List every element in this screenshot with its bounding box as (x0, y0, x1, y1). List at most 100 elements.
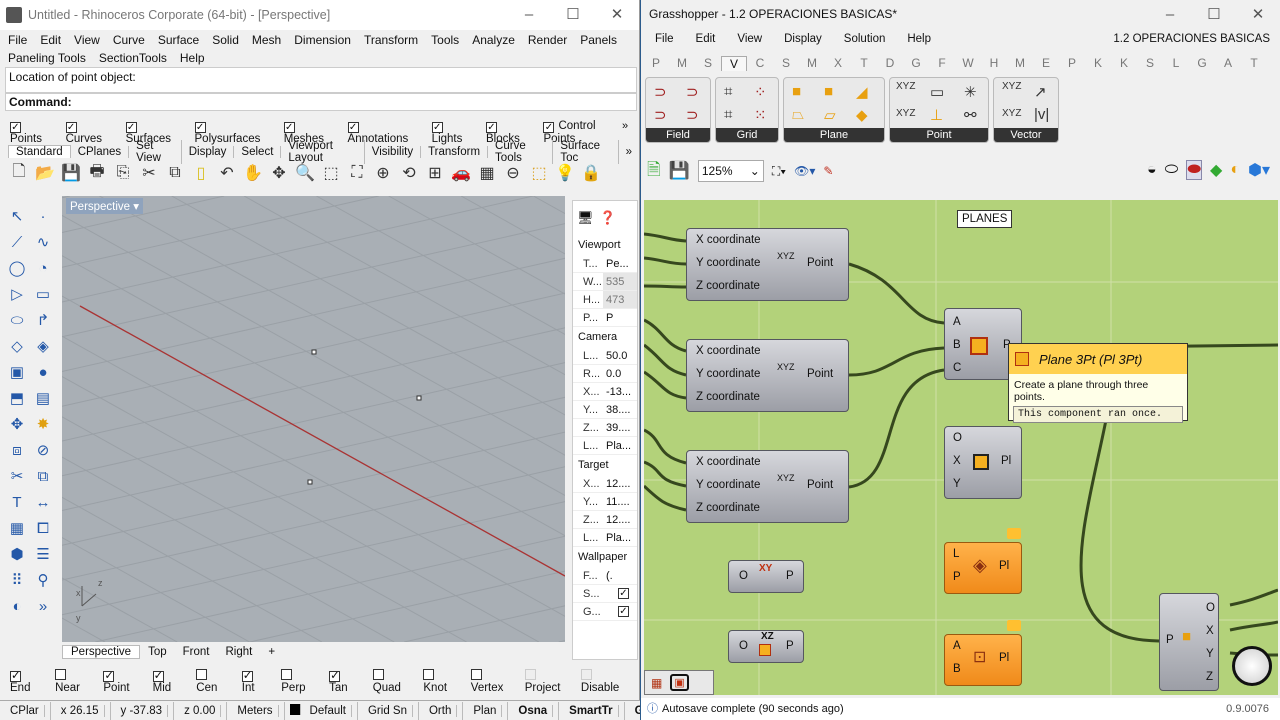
grid-array-icon[interactable]: ⠿ (4, 568, 30, 594)
property-row[interactable]: R... 0.0 (573, 365, 637, 383)
viewport-title[interactable]: Perspective ▾ (66, 198, 144, 214)
viewport-tab[interactable]: Perspective (62, 645, 141, 659)
property-row[interactable]: Z... 39.... (573, 419, 637, 437)
output-x[interactable]: X (1206, 625, 1214, 637)
open-icon[interactable]: 📂 (32, 163, 58, 183)
property-value[interactable]: 12.... (603, 511, 637, 528)
status-pane[interactable]: x 26.15 (51, 701, 111, 720)
perspective-viewport[interactable]: z x y Perspective ▾ (62, 196, 565, 642)
osnap-knot[interactable]: Knot (423, 669, 461, 694)
osnap-mid[interactable]: ✓Mid (152, 669, 188, 694)
component-tab[interactable]: S (695, 56, 721, 70)
xy-plane-icon[interactable]: ⏢ (792, 106, 804, 123)
plane-icon[interactable]: ◢ (856, 83, 868, 101)
input-y[interactable]: Y coordinate (696, 368, 760, 380)
input-p[interactable]: P (953, 571, 961, 583)
status-pane[interactable]: SmartTr (559, 701, 625, 720)
field-icon[interactable]: ⊃ (686, 106, 699, 124)
vector-icon[interactable]: XYZ (1002, 108, 1021, 119)
property-value[interactable]: Pla... (603, 529, 637, 546)
status-pane[interactable]: Orth (419, 701, 464, 720)
xy-plane-component[interactable]: O XY P (728, 560, 804, 593)
menu-tools[interactable]: Tools (431, 33, 459, 47)
fillet-icon[interactable]: ↱ (30, 308, 56, 334)
construct-point-component[interactable]: X coordinate Y coordinate Z coordinate XYZ… (686, 228, 849, 301)
group-label-point[interactable]: Point (890, 128, 988, 142)
selected-only-icon[interactable]: ◆ (1210, 160, 1222, 180)
toolbar-tab[interactable]: Visibility (365, 145, 422, 158)
field-icon[interactable]: ⊃ (654, 83, 667, 101)
warning-balloon-icon[interactable] (1007, 528, 1021, 539)
text-icon[interactable]: T (4, 490, 30, 516)
checkbox[interactable] (55, 669, 67, 680)
shaded-preview-icon[interactable]: ⬬ (1186, 160, 1203, 180)
menu-dimension[interactable]: Dimension (294, 33, 351, 47)
point-icon[interactable]: ⊥ (930, 106, 943, 124)
polygon-icon[interactable]: ▷ (4, 282, 30, 308)
viewport-layout-icon[interactable]: ⊞ (422, 163, 448, 183)
print-icon[interactable]: 🖶 (84, 160, 110, 187)
gh-menu-display[interactable]: Display (784, 33, 822, 45)
curve-icon[interactable]: ∿ (30, 230, 56, 256)
component-tab[interactable]: A (1215, 56, 1241, 70)
toolbar-tab[interactable]: Viewport Layout (281, 139, 365, 164)
polyline-icon[interactable]: ⟋ (4, 230, 30, 256)
line-plane-component[interactable]: L P ◈ Pl (944, 542, 1022, 594)
property-row[interactable]: X... 12.... (573, 475, 637, 493)
checkbox[interactable] (470, 669, 482, 680)
dimension-icon[interactable]: ↔ (30, 490, 56, 516)
toolbar-tab[interactable]: Curve Tools (488, 139, 554, 164)
property-value[interactable] (603, 603, 618, 620)
status-pane[interactable]: y -37.83 (111, 701, 175, 720)
osnap-quad[interactable]: Quad (372, 669, 415, 694)
property-value[interactable]: 473 (603, 291, 637, 308)
layer-filter-lights[interactable]: ✓Lights (431, 120, 477, 145)
osnap-point[interactable]: ✓Point (103, 669, 143, 694)
component-tab[interactable]: G (1189, 56, 1215, 70)
move-icon[interactable]: ✥ (4, 412, 30, 438)
status-pane[interactable]: Meters (227, 701, 285, 720)
save-file-icon[interactable]: 💾 (669, 161, 690, 181)
point-object[interactable] (311, 349, 317, 355)
overflow-chevron-icon[interactable]: » (622, 120, 628, 132)
property-value[interactable]: 50.0 (603, 347, 637, 364)
toolbar-tab[interactable]: Transform (421, 145, 489, 158)
more-tools-icon[interactable]: » (30, 594, 56, 620)
checkbox[interactable]: ✓ (431, 122, 443, 133)
checkbox[interactable] (524, 669, 536, 680)
surface-icon[interactable]: ◇ (4, 334, 30, 360)
viewport-tab[interactable]: Front (175, 646, 218, 658)
input-x[interactable]: X coordinate (696, 456, 761, 468)
point-object[interactable] (416, 395, 422, 401)
input-origin[interactable]: O (739, 570, 748, 582)
add-viewport-tab[interactable]: + (260, 646, 283, 658)
checkbox[interactable]: ✓ (283, 122, 295, 133)
point-icon[interactable]: ▭ (930, 83, 944, 101)
construct-plane-component[interactable]: OXY Pl (944, 426, 1022, 499)
zoom-select[interactable]: 125% ⌄ (697, 160, 764, 182)
checkbox[interactable]: ✓ (103, 670, 115, 682)
layer-filter-curves[interactable]: ✓Curves (65, 120, 117, 145)
checkbox[interactable]: ✓ (618, 588, 629, 599)
grid-icon[interactable]: ⌗ (724, 83, 732, 100)
toolbar-tab[interactable]: Set View (129, 139, 182, 164)
vector-icon[interactable]: |v| (1034, 106, 1049, 123)
output-origin[interactable]: O (1206, 602, 1215, 614)
preview-mesh-icon[interactable]: ◐ (1230, 161, 1240, 179)
property-row[interactable]: H... 473 (573, 291, 637, 309)
render-car-icon[interactable]: 🚗 (448, 163, 474, 183)
menu-surface[interactable]: Surface (158, 33, 199, 47)
checkbox[interactable]: ✓ (241, 670, 253, 682)
gh-menu-file[interactable]: File (655, 33, 674, 45)
output-plane[interactable]: P (786, 570, 794, 582)
osnap-icon[interactable]: ⊖ (500, 163, 526, 183)
gh-maximize-button[interactable]: ☐ (1192, 0, 1236, 30)
property-row[interactable]: P... P (573, 309, 637, 327)
osnap-cen[interactable]: Cen (196, 669, 233, 694)
construct-point-component[interactable]: X coordinate Y coordinate Z coordinate XYZ… (686, 339, 849, 412)
component-tab[interactable]: C (747, 56, 773, 70)
array-icon[interactable]: ▦ (4, 516, 30, 542)
input-b[interactable]: B (953, 339, 961, 351)
group-label-vector[interactable]: Vector (994, 128, 1058, 142)
checkbox[interactable] (196, 669, 208, 680)
